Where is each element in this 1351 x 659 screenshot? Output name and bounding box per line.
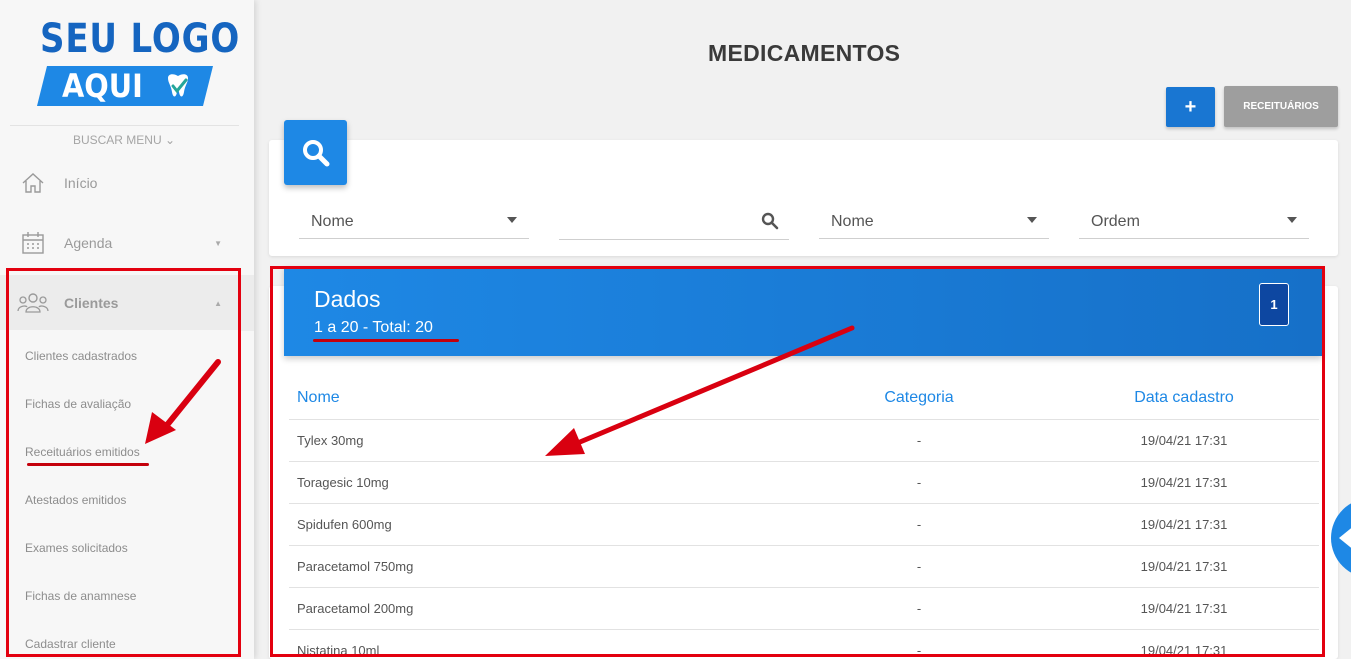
sidebar-item-label: Início [64,175,98,191]
sort-field-select[interactable]: Nome [819,203,1049,239]
submenu-cadastrar-cliente[interactable]: Cadastrar cliente [25,637,116,651]
logo[interactable]: SEU LOGO AQUI [37,16,239,108]
sidebar-item-agenda[interactable]: Agenda ▼ [0,215,254,271]
dropdown-arrow-icon [1287,217,1297,223]
cell-categoria: - [789,586,1049,629]
cell-data: 19/04/21 17:31 [1049,460,1319,503]
users-icon [17,293,49,313]
annotation-underline-range [313,339,459,342]
table-header-row: Nome Categoria Data cadastro [289,377,1319,419]
sidebar: SEU LOGO AQUI BUSCAR MENU ⌄ Início Agend… [0,0,254,659]
submenu-fichas-anamnese[interactable]: Fichas de anamnese [25,589,136,603]
sidebar-item-label: Agenda [64,235,113,251]
tooth-icon [168,74,188,97]
chevron-down-icon: ⌄ [164,133,176,147]
medications-table: Nome Categoria Data cadastro Tylex 30mg -… [289,377,1319,659]
search-menu-toggle[interactable]: BUSCAR MENU ⌄ [0,133,248,147]
add-button[interactable]: + [1166,87,1215,127]
cell-categoria: - [789,544,1049,587]
receituarios-button[interactable]: RECEITUÁRIOS [1224,86,1338,127]
caret-down-icon: ▼ [214,238,222,248]
search-menu-label: BUSCAR MENU [72,133,162,147]
table-row[interactable]: Paracetamol 750mg -19/04/21 17:31 [289,544,1319,587]
table-row[interactable]: Nistatina 10ml -19/04/21 17:31 [289,628,1319,659]
cell-categoria: - [789,460,1049,503]
data-range: 1 a 20 - Total: 20 [314,319,433,336]
cell-nome: Spidufen 600mg [289,502,789,545]
cell-nome: Tylex 30mg [289,418,789,461]
table-row[interactable]: Toragesic 10mg -19/04/21 17:31 [289,460,1319,503]
cell-data: 19/04/21 17:31 [1049,502,1319,545]
submenu-receituarios-emitidos[interactable]: Receituários emitidos [25,445,140,459]
data-title: Dados [314,286,381,312]
column-header-data-cadastro[interactable]: Data cadastro [1049,377,1319,419]
search-input-wrapper [559,203,789,240]
submenu-fichas-avaliacao[interactable]: Fichas de avaliação [25,397,131,411]
search-input[interactable] [559,211,749,228]
home-icon [22,173,44,193]
order-value: Ordem [1091,213,1140,230]
annotation-underline-receituarios [27,463,149,466]
field-select[interactable]: Nome [299,203,529,239]
cell-nome: Toragesic 10mg [289,460,789,503]
clientes-submenu: Clientes cadastrados Fichas de avaliação… [0,330,240,659]
cell-categoria: - [789,418,1049,461]
field-select-value: Nome [311,213,354,230]
cell-data: 19/04/21 17:31 [1049,628,1319,659]
cell-data: 19/04/21 17:31 [1049,586,1319,629]
cell-nome: Paracetamol 200mg [289,586,789,629]
cell-nome: Nistatina 10ml [289,628,789,659]
sidebar-item-inicio[interactable]: Início [0,155,254,211]
column-header-categoria[interactable]: Categoria [789,377,1049,419]
search-badge [284,120,347,185]
dropdown-arrow-icon [1027,217,1037,223]
logo-top-text: SEU LOGO [40,16,241,62]
pagination-button[interactable]: 1 [1259,283,1289,326]
data-header: Dados 1 a 20 - Total: 20 [284,266,1322,356]
arrow-left-icon [1339,528,1351,548]
caret-up-icon: ▲ [214,298,222,308]
page-title: MEDICAMENTOS [708,40,901,66]
logo-bottom-text: AQUI [62,67,143,105]
cell-data: 19/04/21 17:31 [1049,418,1319,461]
table-row[interactable]: Tylex 30mg -19/04/21 17:31 [289,418,1319,461]
sidebar-divider [10,125,239,126]
table-row[interactable]: Spidufen 600mg -19/04/21 17:31 [289,502,1319,545]
search-icon[interactable] [761,212,779,230]
calendar-icon [22,232,44,254]
cell-data: 19/04/21 17:31 [1049,544,1319,587]
submenu-atestados-emitidos[interactable]: Atestados emitidos [25,493,126,507]
column-header-nome[interactable]: Nome [289,377,789,419]
submenu-clientes-cadastrados[interactable]: Clientes cadastrados [25,349,137,363]
cell-categoria: - [789,628,1049,659]
sort-field-value: Nome [831,213,874,230]
sidebar-item-label: Clientes [64,295,119,311]
logo-bottom: AQUI [37,66,213,106]
table-row[interactable]: Paracetamol 200mg -19/04/21 17:31 [289,586,1319,629]
submenu-exames-solicitados[interactable]: Exames solicitados [25,541,128,555]
cell-nome: Paracetamol 750mg [289,544,789,587]
cell-categoria: - [789,502,1049,545]
dropdown-arrow-icon [507,217,517,223]
order-select[interactable]: Ordem [1079,203,1309,239]
sidebar-item-clientes[interactable]: Clientes ▲ [0,275,254,331]
search-icon [302,139,329,166]
